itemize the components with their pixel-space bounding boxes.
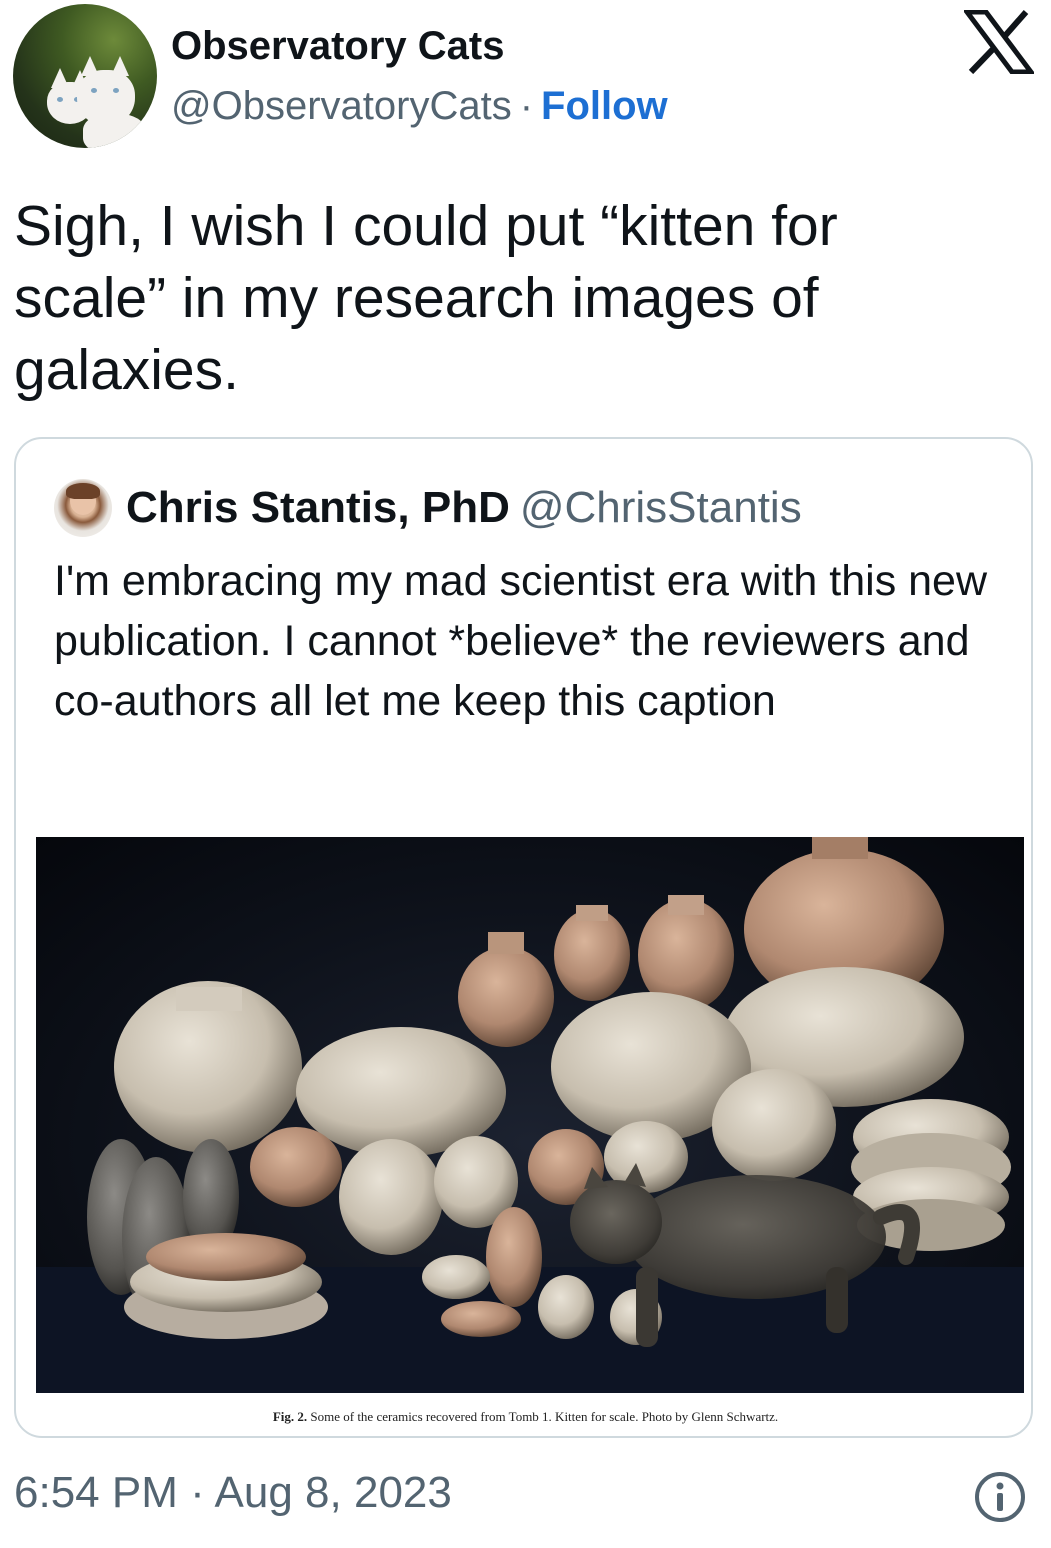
follow-button[interactable]: Follow <box>541 84 668 128</box>
kitten-body <box>83 114 145 148</box>
photo-caption: Fig. 2. Some of the ceramics recovered f… <box>16 1409 1031 1425</box>
quoted-photo[interactable] <box>36 837 1024 1393</box>
caption-text: Some of the ceramics recovered from Tomb… <box>310 1409 779 1424</box>
quoted-tweet-card[interactable]: Chris Stantis, PhD @ChrisStantis I'm embr… <box>14 437 1033 1438</box>
quoted-author-avatar <box>54 479 112 537</box>
caption-figure-label: Fig. 2. <box>272 1409 308 1424</box>
author-handle[interactable]: @ObservatoryCats <box>171 84 512 128</box>
tweet-text: Sigh, I wish I could put “kitten for sca… <box>14 194 838 402</box>
author-avatar[interactable] <box>13 4 157 148</box>
quoted-header: Chris Stantis, PhD @ChrisStantis <box>126 483 802 533</box>
kitten-eye <box>57 97 63 102</box>
handle-separator: · <box>519 84 534 128</box>
quoted-tweet-text: I'm embracing my mad scientist era with … <box>54 557 988 725</box>
x-logo-icon[interactable] <box>964 10 1034 74</box>
quoted-display-name[interactable]: Chris Stantis, PhD <box>126 483 510 532</box>
hair-shape <box>66 483 100 499</box>
kitten-eye <box>91 88 97 93</box>
info-icon[interactable] <box>974 1471 1026 1523</box>
kitten-eye <box>113 88 119 93</box>
tweet-timestamp[interactable]: 6:54 PM · Aug 8, 2023 <box>14 1468 452 1518</box>
author-handle-row: @ObservatoryCats · Follow <box>171 84 668 129</box>
author-display-name[interactable]: Observatory Cats <box>171 24 504 69</box>
quoted-handle[interactable]: @ChrisStantis <box>520 483 802 532</box>
ceramics-photo-illustration <box>36 837 1024 1393</box>
